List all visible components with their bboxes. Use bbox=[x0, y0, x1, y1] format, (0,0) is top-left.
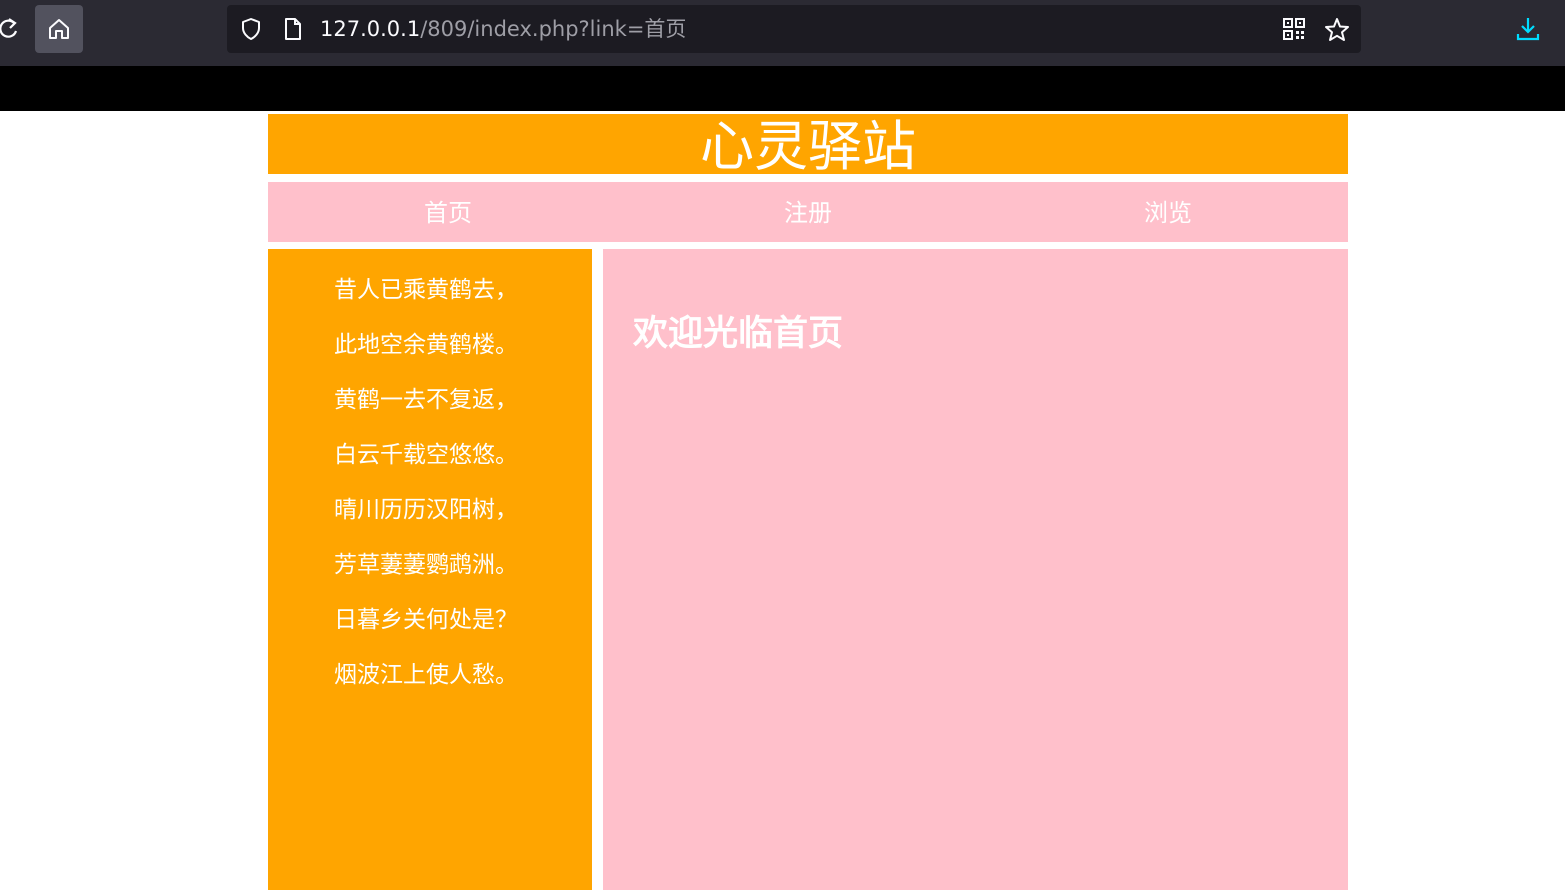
poem-line: 日暮乡关何处是？ bbox=[334, 607, 518, 633]
black-bar bbox=[0, 66, 1565, 111]
home-icon bbox=[49, 19, 69, 39]
nav-item-browse[interactable]: 浏览 bbox=[988, 182, 1348, 242]
browser-toolbar: 127.0.0.1/809/index.php?link=首页 bbox=[0, 0, 1565, 66]
nav-item-register[interactable]: 注册 bbox=[628, 182, 988, 242]
star-icon[interactable] bbox=[1324, 17, 1350, 43]
qr-code-icon[interactable] bbox=[1283, 18, 1305, 40]
sidebar: 昔人已乘黄鹤去， 此地空余黄鹤楼。 黄鹤一去不复返， 白云千载空悠悠。 晴川历历… bbox=[268, 249, 592, 890]
nav-bar: 首页 注册 浏览 bbox=[268, 182, 1348, 242]
url-host: 127.0.0.1 bbox=[320, 17, 421, 41]
poem-line: 芳草萋萋鹦鹉洲。 bbox=[334, 552, 518, 578]
main-content: 欢迎光临首页 bbox=[603, 249, 1348, 890]
poem-line: 晴川历历汉阳树， bbox=[334, 497, 518, 523]
nav-item-home[interactable]: 首页 bbox=[268, 182, 628, 242]
poem-line: 烟波江上使人愁。 bbox=[334, 662, 518, 688]
poem: 昔人已乘黄鹤去， 此地空余黄鹤楼。 黄鹤一去不复返， 白云千载空悠悠。 晴川历历… bbox=[334, 270, 518, 710]
welcome-heading: 欢迎光临首页 bbox=[633, 314, 844, 354]
poem-line: 白云千载空悠悠。 bbox=[334, 442, 518, 468]
poem-line: 昔人已乘黄鹤去， bbox=[334, 277, 518, 303]
download-icon[interactable] bbox=[1515, 15, 1541, 43]
url-path: /809/index.php?link=首页 bbox=[420, 17, 687, 41]
poem-line: 此地空余黄鹤楼。 bbox=[334, 332, 518, 358]
url-bar[interactable]: 127.0.0.1/809/index.php?link=首页 bbox=[227, 5, 1361, 53]
home-button[interactable] bbox=[35, 5, 83, 53]
page-icon[interactable] bbox=[283, 17, 303, 41]
shield-icon[interactable] bbox=[239, 17, 263, 41]
poem-line: 黄鹤一去不复返， bbox=[334, 387, 518, 413]
url-text[interactable]: 127.0.0.1/809/index.php?link=首页 bbox=[320, 16, 686, 42]
site-header: 心灵驿站 bbox=[268, 114, 1348, 174]
site-title: 心灵驿站 bbox=[700, 115, 916, 174]
page-viewport: 心灵驿站 首页 注册 浏览 昔人已乘黄鹤去， 此地空余黄鹤楼。 黄鹤一去不复返，… bbox=[0, 111, 1565, 890]
reload-icon[interactable] bbox=[0, 14, 20, 44]
